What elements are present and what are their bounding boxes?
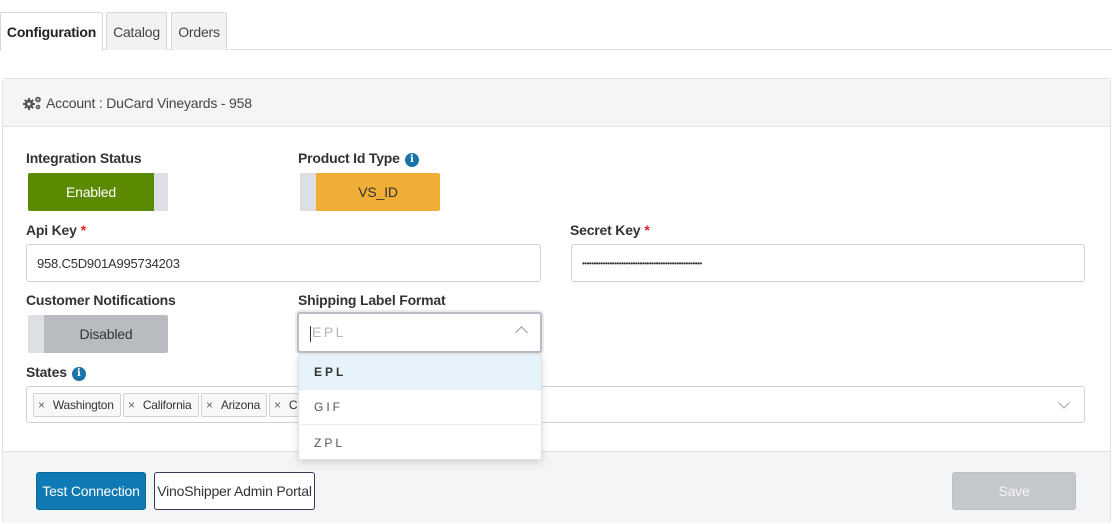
remove-icon[interactable]: × — [206, 398, 213, 412]
save-button[interactable]: Save — [952, 472, 1076, 510]
integration-status-label: Integration Status — [26, 150, 142, 166]
test-connection-button[interactable]: Test Connection — [36, 472, 146, 510]
secret-key-input[interactable]: ••••••••••••••••••••••••••••••••••••••••… — [571, 244, 1085, 282]
states-label: States i — [26, 364, 86, 381]
state-chip-washington: × Washington — [33, 393, 121, 417]
text-cursor — [310, 326, 311, 342]
option-epl[interactable]: EPL — [299, 355, 541, 390]
states-multiselect[interactable]: × Washington × California × Arizona × C — [26, 386, 1085, 423]
api-key-input[interactable]: 958.C5D901A995734203 — [26, 244, 541, 282]
required-marker: * — [80, 222, 86, 238]
chip-label: Washington — [52, 398, 114, 412]
chip-label: Arizona — [220, 398, 261, 412]
panel-title: Account : DuCard Vineyards - 958 — [46, 94, 252, 111]
info-icon[interactable]: i — [404, 153, 419, 167]
secret-key-label: Secret Key * — [570, 222, 650, 238]
gears-icon — [23, 96, 41, 110]
product-id-type-value: VS_ID — [316, 173, 440, 211]
admin-portal-button[interactable]: VinoShipper Admin Portal — [154, 472, 315, 510]
remove-icon[interactable]: × — [274, 398, 281, 412]
customer-notifications-label: Customer Notifications — [26, 292, 176, 308]
chevron-up-icon[interactable] — [515, 326, 528, 339]
panel-header: Account : DuCard Vineyards - 958 — [3, 79, 1110, 127]
select-placeholder: EPL — [312, 324, 346, 340]
api-key-value: 958.C5D901A995734203 — [37, 255, 180, 271]
product-id-type-text: Product Id Type — [298, 150, 400, 166]
chip-label: C — [288, 398, 298, 412]
secret-key-text: Secret Key — [570, 222, 641, 238]
product-id-type-label: Product Id Type i — [298, 150, 419, 167]
toggle-track — [300, 173, 316, 211]
chevron-down-icon[interactable] — [1058, 397, 1070, 409]
customer-notifications-toggle[interactable]: Disabled — [28, 315, 168, 353]
toggle-track — [28, 315, 44, 353]
info-icon[interactable]: i — [71, 367, 86, 381]
api-key-text: Api Key — [26, 222, 77, 238]
tab-catalog[interactable]: Catalog — [106, 12, 167, 50]
shipping-label-format-menu: EPL GIF ZPL — [298, 354, 542, 460]
required-marker: * — [644, 222, 650, 238]
remove-icon[interactable]: × — [128, 398, 135, 412]
states-text: States — [26, 364, 67, 380]
toggle-track — [154, 173, 168, 211]
chip-label: California — [142, 398, 192, 412]
customer-notifications-value: Disabled — [44, 315, 168, 353]
tab-configuration[interactable]: Configuration — [0, 12, 103, 51]
shipping-label-format-select[interactable]: EPL — [297, 312, 542, 353]
state-chip-california: × California — [123, 393, 199, 417]
integration-status-value: Enabled — [28, 173, 154, 211]
product-id-type-toggle[interactable]: VS_ID — [300, 173, 440, 211]
tab-orders[interactable]: Orders — [171, 12, 227, 50]
option-zpl[interactable]: ZPL — [299, 425, 541, 460]
state-chip-arizona: × Arizona — [201, 393, 268, 417]
secret-key-value: ••••••••••••••••••••••••••••••••••••••••… — [582, 258, 702, 268]
shipping-label-format-label: Shipping Label Format — [298, 292, 446, 308]
option-gif[interactable]: GIF — [299, 390, 541, 425]
api-key-label: Api Key * — [26, 222, 86, 238]
tab-bar: Configuration Catalog Orders — [0, 12, 1112, 51]
integration-status-toggle[interactable]: Enabled — [28, 173, 168, 211]
remove-icon[interactable]: × — [38, 398, 45, 412]
state-chip-partial: × C — [269, 393, 299, 417]
